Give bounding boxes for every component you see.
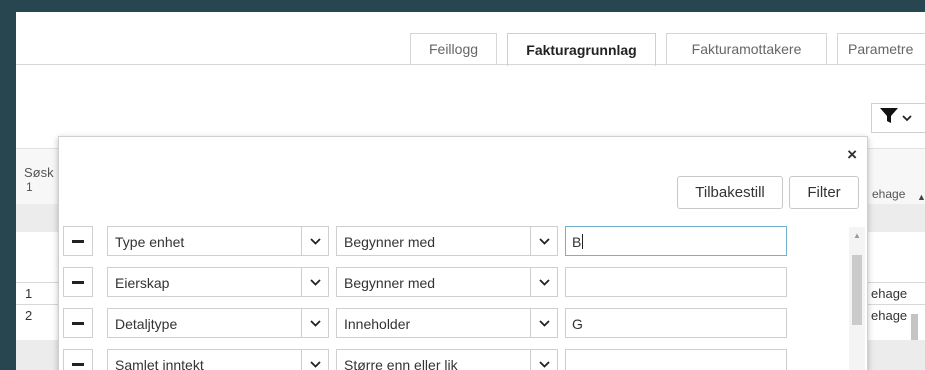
remove-row-button[interactable] (63, 226, 93, 256)
app-window: Feillogg Fakturagrunnlag Fakturamottaker… (16, 12, 925, 370)
value-input[interactable]: G (565, 308, 787, 338)
operator-select-value: Større enn eller lik (344, 357, 458, 370)
chevron-down-icon (301, 227, 328, 255)
scroll-up-arrow-icon[interactable]: ▲ (853, 231, 861, 240)
tab-divider (16, 64, 925, 65)
operator-select-value: Begynner med (344, 234, 436, 250)
minus-icon (72, 362, 84, 366)
grid-scrollbar-thumb[interactable] (911, 314, 918, 340)
filter-funnel-icon (880, 107, 898, 129)
filter-row: Eierskap Begynner med (63, 267, 803, 297)
operator-select[interactable]: Begynner med (336, 226, 558, 256)
field-select-value: Samlet inntekt (115, 357, 204, 370)
text-caret (582, 234, 584, 249)
filter-row: Type enhet Begynner med B (63, 226, 803, 256)
remove-row-button[interactable] (63, 308, 93, 338)
field-select-value: Eierskap (115, 275, 170, 291)
dialog-scrollbar-thumb[interactable] (852, 255, 862, 325)
reset-button[interactable]: Tilbakestill (677, 176, 783, 209)
field-select[interactable]: Eierskap (107, 267, 329, 297)
filter-toggle-button[interactable] (871, 103, 925, 133)
operator-select-value: Inneholder (344, 316, 411, 332)
chevron-down-icon (530, 268, 557, 296)
dialog-scrollbar[interactable]: ▲ (849, 227, 865, 370)
tab-parametre[interactable]: Parametre (837, 33, 925, 64)
chevron-down-icon (301, 350, 328, 370)
grid-right-header: ehage (872, 187, 906, 201)
row-number: 1 (25, 286, 33, 301)
operator-select[interactable]: Inneholder (336, 308, 558, 338)
operator-select[interactable]: Begynner med (336, 267, 558, 297)
tab-label: Fakturagrunnlag (526, 42, 637, 58)
chevron-down-icon (530, 227, 557, 255)
chevron-down-icon (301, 268, 328, 296)
field-select[interactable]: Type enhet (107, 226, 329, 256)
operator-select[interactable]: Større enn eller lik (336, 349, 558, 370)
chevron-down-icon (530, 350, 557, 370)
tab-fakturagrunnlag[interactable]: Fakturagrunnlag (507, 33, 656, 66)
grid-header-number: 1 (26, 180, 33, 194)
minus-icon (72, 280, 84, 284)
value-input[interactable] (565, 267, 787, 297)
operator-select-value: Begynner med (344, 275, 436, 291)
chevron-down-icon (301, 309, 328, 337)
filter-dialog: × Tilbakestill Filter Type enhet Begynne… (58, 136, 868, 370)
tab-label: Fakturamottakere (691, 41, 802, 57)
grid-header-label: Søsk (24, 165, 54, 180)
scroll-up-arrow-icon[interactable]: ▲ (917, 192, 925, 202)
minus-icon (72, 239, 84, 243)
field-select-value: Detaljtype (115, 316, 178, 332)
value-input-text: B (572, 234, 582, 250)
tab-feillogg[interactable]: Feillogg (410, 33, 497, 64)
remove-row-button[interactable] (63, 267, 93, 297)
value-input[interactable]: B (565, 226, 787, 256)
close-icon[interactable]: × (847, 145, 857, 165)
chevron-down-icon (902, 109, 912, 127)
apply-filter-button[interactable]: Filter (789, 176, 859, 209)
row-number: 2 (25, 308, 33, 323)
field-select[interactable]: Samlet inntekt (107, 349, 329, 370)
remove-row-button[interactable] (63, 349, 93, 370)
row-cell: ehage (871, 286, 908, 301)
filter-row: Samlet inntekt Større enn eller lik (63, 349, 803, 370)
field-select[interactable]: Detaljtype (107, 308, 329, 338)
value-input[interactable] (565, 349, 787, 370)
minus-icon (72, 321, 84, 325)
value-input-text: G (572, 316, 583, 332)
tab-fakturamottakere[interactable]: Fakturamottakere (666, 33, 827, 64)
field-select-value: Type enhet (115, 234, 185, 250)
tab-label: Feillogg (428, 41, 479, 57)
row-cell: ehage (871, 308, 908, 323)
chevron-down-icon (530, 309, 557, 337)
filter-row: Detaljtype Inneholder G (63, 308, 803, 338)
tab-label: Parametre (848, 41, 914, 57)
